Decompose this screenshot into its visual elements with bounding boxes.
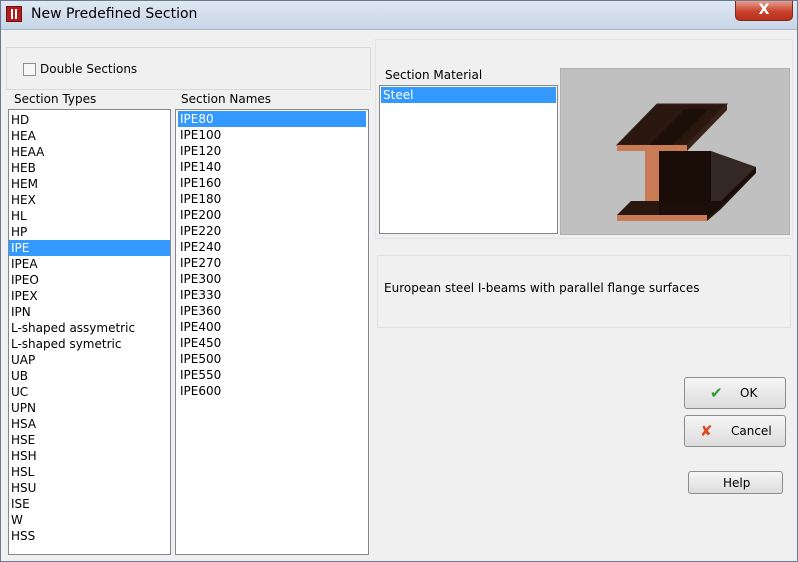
list-item[interactable]: Steel xyxy=(381,87,556,103)
list-item[interactable]: HL xyxy=(9,208,170,224)
list-item[interactable]: IPE550 xyxy=(178,367,366,383)
list-item[interactable]: W xyxy=(9,512,170,528)
list-item[interactable]: HSL xyxy=(9,464,170,480)
list-item[interactable]: IPE450 xyxy=(178,335,366,351)
list-item[interactable]: IPE xyxy=(9,240,170,256)
list-item[interactable]: HSU xyxy=(9,480,170,496)
i-beam-3d-icon xyxy=(615,103,756,221)
double-sections-checkbox[interactable] xyxy=(23,63,36,76)
list-item[interactable]: IPE220 xyxy=(178,223,366,239)
title-bar[interactable]: New Predefined Section X xyxy=(1,1,797,30)
list-item[interactable]: IPE160 xyxy=(178,175,366,191)
list-item[interactable]: HEX xyxy=(9,192,170,208)
list-item[interactable]: UAP xyxy=(9,352,170,368)
section-preview-image xyxy=(560,68,790,235)
list-item[interactable]: IPE120 xyxy=(178,143,366,159)
section-material-header: Section Material xyxy=(385,68,483,82)
list-item[interactable]: IPEX xyxy=(9,288,170,304)
list-item[interactable]: HD xyxy=(9,112,170,128)
section-types-header: Section Types xyxy=(14,92,97,106)
list-item[interactable]: HEAA xyxy=(9,144,170,160)
dialog-window: New Predefined Section X Double Sections… xyxy=(0,0,798,562)
list-item[interactable]: HEM xyxy=(9,176,170,192)
list-item[interactable]: HSH xyxy=(9,448,170,464)
list-item[interactable]: IPN xyxy=(9,304,170,320)
close-button[interactable]: X xyxy=(735,1,793,21)
list-item[interactable]: IPE330 xyxy=(178,287,366,303)
list-item[interactable]: IPEO xyxy=(9,272,170,288)
list-item[interactable]: HP xyxy=(9,224,170,240)
list-item[interactable]: IPE180 xyxy=(178,191,366,207)
list-item[interactable]: IPE80 xyxy=(178,111,366,127)
list-item[interactable]: L-shaped assymetric xyxy=(9,320,170,336)
cancel-button[interactable]: ✘ Cancel xyxy=(684,415,786,447)
list-item[interactable]: IPE200 xyxy=(178,207,366,223)
section-description: European steel I-beams with parallel fla… xyxy=(384,281,700,295)
list-item[interactable]: IPE360 xyxy=(178,303,366,319)
list-item[interactable]: L-shaped symetric xyxy=(9,336,170,352)
cross-icon: ✘ xyxy=(700,422,713,440)
list-item[interactable]: IPE300 xyxy=(178,271,366,287)
list-item[interactable]: UC xyxy=(9,384,170,400)
list-item[interactable]: HSA xyxy=(9,416,170,432)
list-item[interactable]: IPE100 xyxy=(178,127,366,143)
app-logo-icon xyxy=(6,6,22,22)
list-item[interactable]: IPE270 xyxy=(178,255,366,271)
list-item[interactable]: UB xyxy=(9,368,170,384)
list-item[interactable]: HSS xyxy=(9,528,170,544)
help-button[interactable]: Help xyxy=(688,471,783,494)
list-item[interactable]: HSE xyxy=(9,432,170,448)
list-item[interactable]: IPE500 xyxy=(178,351,366,367)
double-sections-panel: Double Sections xyxy=(6,47,371,90)
list-item[interactable]: IPE140 xyxy=(178,159,366,175)
list-item[interactable]: IPE240 xyxy=(178,239,366,255)
double-sections-label: Double Sections xyxy=(40,62,138,76)
section-names-header: Section Names xyxy=(181,92,272,106)
section-names-list[interactable]: IPE80 IPE100 IPE120 IPE140 IPE160 IPE180 IPE20… xyxy=(175,109,369,555)
section-material-list[interactable]: Steel xyxy=(379,85,558,234)
list-item[interactable]: IPE400 xyxy=(178,319,366,335)
list-item[interactable]: IPE600 xyxy=(178,383,366,399)
section-types-list[interactable]: HD HEA HEAA HEB HEM HEX HL HP IPE IPEA IPEO IPEX IPN… xyxy=(8,109,171,555)
list-item[interactable]: UPN xyxy=(9,400,170,416)
window-title: New Predefined Section xyxy=(31,6,198,22)
list-item[interactable]: ISE xyxy=(9,496,170,512)
list-item[interactable]: HEA xyxy=(9,128,170,144)
list-item[interactable]: IPEA xyxy=(9,256,170,272)
ok-button[interactable]: ✔ OK xyxy=(684,377,786,409)
list-item[interactable]: HEB xyxy=(9,160,170,176)
checkmark-icon: ✔ xyxy=(710,384,723,402)
